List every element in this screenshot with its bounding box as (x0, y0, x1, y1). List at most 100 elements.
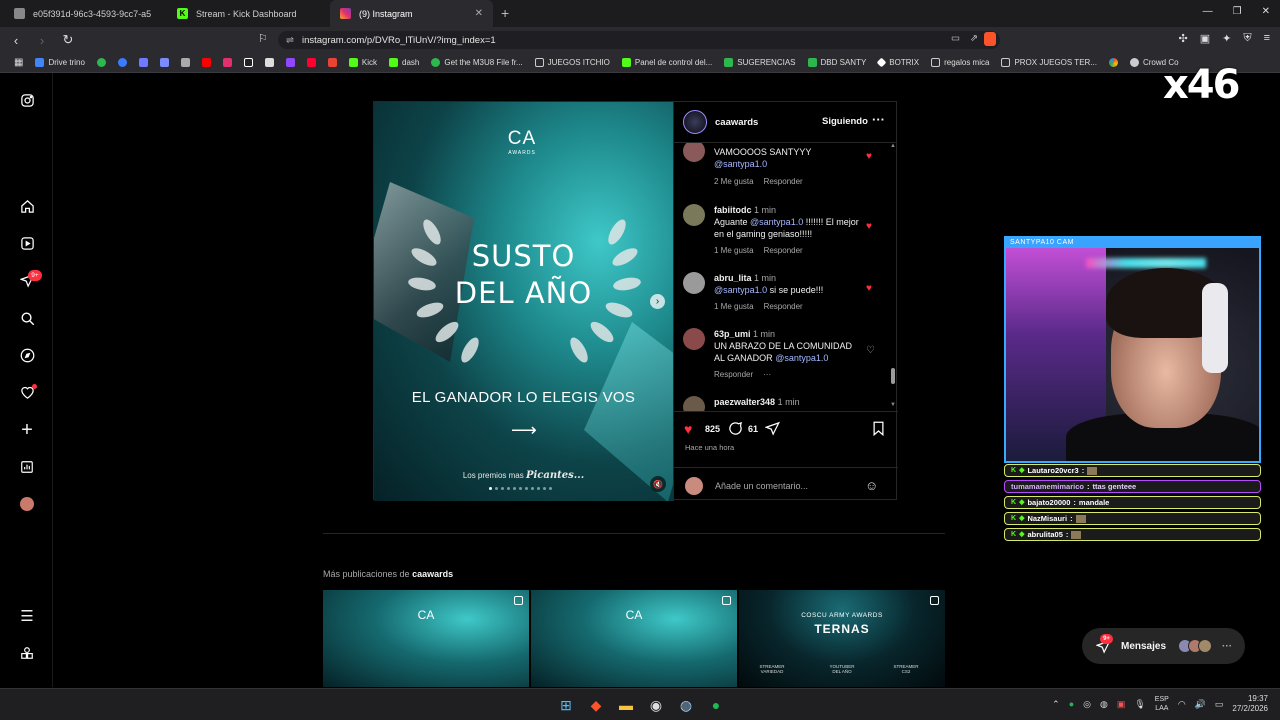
tray-app-icon[interactable]: ◎ (1083, 699, 1091, 710)
extensions-icon[interactable]: ✣ (1178, 32, 1187, 45)
reply-button[interactable]: Responder (714, 370, 753, 379)
mute-icon[interactable]: 🔇 (650, 476, 666, 492)
commenter-avatar[interactable] (683, 204, 705, 226)
more-menu-icon[interactable]: ☰ (16, 605, 38, 627)
bookmark-item[interactable] (133, 58, 154, 67)
more-options-icon[interactable]: ··· (872, 112, 885, 127)
bookmark-item[interactable] (322, 58, 343, 67)
post-thumbnail[interactable]: COSCU ARMY AWARDS TERNAS STREAMER VARIED… (739, 590, 945, 687)
bookmark-item[interactable] (217, 58, 238, 67)
bookmark-folder[interactable]: PROX JUEGOS TER... (995, 58, 1103, 67)
commenter-name[interactable]: abru_lita (714, 273, 752, 283)
bookmark-item[interactable] (301, 58, 322, 67)
comment-likes[interactable]: 1 Me gusta (714, 246, 754, 255)
comment-likes[interactable]: 1 Me gusta (714, 302, 754, 311)
url-field[interactable]: ⇌ instagram.com/p/DVRo_lTiUnV/?img_index… (278, 31, 1000, 49)
share-icon[interactable]: ⇗ (970, 33, 978, 44)
language-indicator[interactable]: ESP LAA (1155, 695, 1169, 713)
reels-icon[interactable] (16, 232, 38, 254)
brave-shield-icon[interactable] (984, 32, 996, 46)
bookmark-item[interactable] (238, 58, 259, 67)
clock[interactable]: 19:37 27/2/2026 (1232, 694, 1268, 714)
bookmark-folder[interactable]: regalos mica (925, 58, 995, 67)
mention-link[interactable]: @santypa1.0 (775, 353, 828, 363)
bookmark-item[interactable] (175, 58, 196, 67)
bookmark-item[interactable] (1103, 58, 1124, 67)
comment-options-icon[interactable]: ··· (763, 370, 771, 379)
post-image[interactable]: CA AWARDS SUSTO DEL AÑO EL GANADOR LO EL… (374, 102, 673, 501)
bookmark-page-icon[interactable]: ⚐ (258, 32, 268, 45)
battery-icon[interactable]: ▭ (1215, 699, 1224, 710)
scroll-up-icon[interactable]: ▲ (890, 143, 896, 149)
maximize-icon[interactable]: ❐ (1233, 6, 1242, 17)
comments-count[interactable]: 61 (748, 424, 758, 434)
scroll-down-icon[interactable]: ▼ (890, 402, 896, 408)
bookmark-item[interactable]: BOTRIX (872, 57, 925, 68)
bookmark-item[interactable] (259, 58, 280, 67)
explore-icon[interactable] (16, 344, 38, 366)
also-from-meta-icon[interactable] (16, 642, 38, 664)
close-window-icon[interactable]: ✕ (1262, 6, 1270, 17)
commenter-name[interactable]: fabiitodc (714, 205, 752, 215)
post-thumbnail[interactable]: CA (323, 590, 529, 687)
add-comment-input[interactable]: Añade un comentario... (715, 481, 808, 491)
reply-button[interactable]: Responder (764, 177, 803, 186)
messages-button[interactable]: 9+ Mensajes ··· (1082, 628, 1245, 664)
save-bookmark-icon[interactable] (872, 421, 885, 439)
bookmark-item[interactable] (154, 58, 175, 67)
tab-uuid[interactable]: e05f391d-96c3-4593-9cc7-a587b9b... (4, 0, 167, 27)
heart-outline-icon[interactable]: ♡ (866, 345, 875, 356)
comment-likes[interactable]: 2 Me gusta (714, 177, 754, 186)
comment-icon[interactable] (728, 421, 743, 439)
bookmark-folder[interactable]: JUEGOS ITCHIO (529, 58, 616, 67)
scrollbar-thumb[interactable] (891, 368, 895, 384)
spotify-tray-icon[interactable]: ● (1069, 699, 1074, 709)
home-icon[interactable] (16, 195, 38, 217)
steam-icon[interactable]: ◍ (676, 695, 696, 715)
commenter-avatar[interactable] (683, 143, 705, 162)
like-heart-icon[interactable]: ♥ (684, 421, 692, 437)
commenter-avatar[interactable] (683, 396, 705, 411)
tab-instagram[interactable]: (9) Instagram ✕ (330, 0, 493, 27)
menu-icon[interactable]: ≡ (1264, 32, 1270, 45)
tray-app-icon[interactable]: ▣ (1117, 699, 1126, 710)
bookmark-item[interactable]: dash (383, 58, 425, 67)
windows-start-icon[interactable]: ⊞ (556, 695, 576, 715)
reply-button[interactable]: Responder (764, 302, 803, 311)
account-name[interactable]: caawards (715, 117, 758, 128)
forward-icon[interactable]: › (32, 33, 52, 48)
reply-button[interactable]: Responder (764, 246, 803, 255)
commenter-name[interactable]: 63p_umi (714, 329, 751, 339)
dashboard-icon[interactable] (16, 456, 38, 478)
carousel-next-button[interactable]: › (650, 294, 665, 309)
bookmark-item[interactable] (280, 58, 301, 67)
rewards-icon[interactable]: ✦ (1222, 32, 1231, 45)
cast-icon[interactable]: ▭ (951, 33, 960, 44)
bookmark-item[interactable]: Drive trino (29, 58, 90, 67)
volume-icon[interactable]: 🔊 (1195, 699, 1206, 710)
liked-heart-icon[interactable]: ♥ (866, 283, 872, 294)
bookmark-item[interactable]: SUGERENCIAS (718, 58, 801, 67)
commenter-name[interactable]: paezwalter348 (714, 397, 775, 407)
post-thumbnail[interactable]: CA (531, 590, 737, 687)
apps-icon[interactable]: ▦ (8, 57, 29, 68)
liked-heart-icon[interactable]: ♥ (866, 151, 872, 162)
bookmark-item[interactable]: Get the M3U8 File fr... (425, 58, 528, 67)
mention-link[interactable]: @santypa1.0 (714, 159, 767, 169)
share-icon[interactable] (764, 421, 780, 439)
commenter-avatar[interactable] (683, 272, 705, 294)
brave-browser-icon[interactable]: ◆ (586, 695, 606, 715)
mention-link[interactable]: @santypa1.0 (714, 285, 767, 295)
wifi-icon[interactable]: ◠ (1178, 699, 1186, 710)
steam-tray-icon[interactable]: ◍ (1100, 699, 1108, 710)
likes-count[interactable]: 825 (705, 424, 720, 434)
spotify-icon[interactable]: ● (706, 695, 726, 715)
new-tab-button[interactable]: + (493, 0, 517, 27)
bookmark-item[interactable]: Panel de control del... (616, 58, 718, 67)
search-icon[interactable] (16, 307, 38, 329)
site-info-icon[interactable]: ⇌ (286, 35, 294, 46)
tray-chevron-icon[interactable]: ⌃ (1052, 699, 1060, 710)
obs-icon[interactable]: ◉ (646, 695, 666, 715)
bookmark-item[interactable] (196, 58, 217, 67)
create-icon[interactable]: + (16, 419, 38, 441)
